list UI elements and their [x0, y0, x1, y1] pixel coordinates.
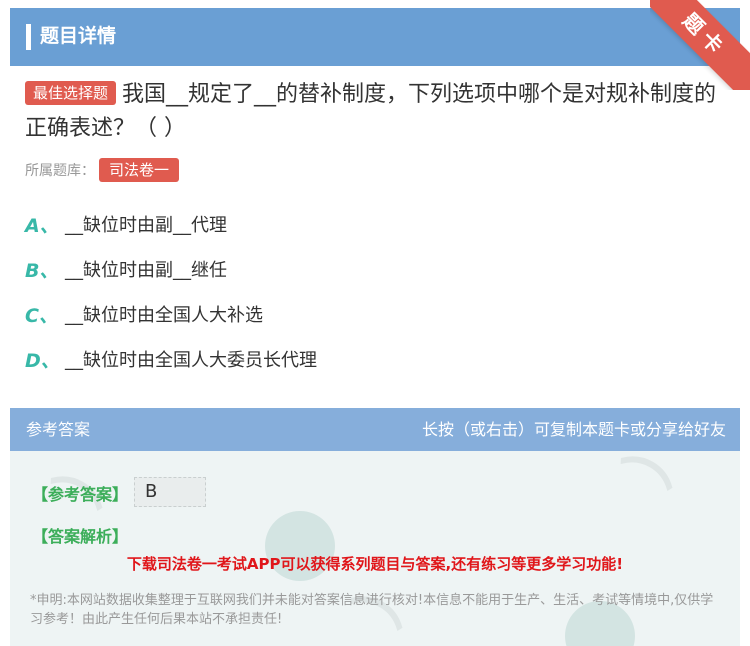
- watermark-glyph: ⌒: [593, 451, 681, 535]
- option-letter: B、: [25, 260, 59, 282]
- source-label: 所属题库：: [25, 163, 95, 179]
- answer-label: 【参考答案】: [32, 485, 129, 504]
- option-letter: C、: [25, 305, 58, 327]
- option-letter: A、: [25, 215, 59, 237]
- question-stem: 最佳选择题 我国__规定了__的替补制度，下列选项中哪个是对规补制度的正确表述？（…: [25, 78, 725, 146]
- answer-panel: ⌒ ⌒ ⌒ 【参考答案】 B 【答案解析】 下载司法卷一考试APP可以获得系列题…: [10, 451, 740, 646]
- header-accent-bar: [26, 24, 31, 50]
- option-text: __缺位时由副__代理: [65, 215, 227, 236]
- option-b[interactable]: B、 __缺位时由副__继任: [25, 257, 317, 302]
- page-title: 题目详情: [40, 25, 117, 47]
- option-list: A、 __缺位时由副__代理 B、 __缺位时由副__继任 C、 __缺位时由全…: [25, 212, 317, 392]
- option-c[interactable]: C、 __缺位时由全国人大补选: [25, 302, 317, 347]
- answer-value: B: [134, 477, 206, 507]
- answer-header: 参考答案 长按（或右击）可复制本题卡或分享给好友: [10, 408, 740, 451]
- option-letter: D、: [25, 350, 60, 372]
- question-card-ribbon[interactable]: 题卡: [650, 0, 750, 90]
- option-a[interactable]: A、 __缺位时由副__代理: [25, 212, 317, 257]
- question-text: 我国__规定了__的替补制度，下列选项中哪个是对规补制度的正确表述？（ ）: [25, 82, 717, 141]
- copy-share-hint[interactable]: 长按（或右击）可复制本题卡或分享给好友: [422, 408, 726, 451]
- question-type-badge: 最佳选择题: [25, 81, 117, 105]
- option-d[interactable]: D、 __缺位时由全国人大委员长代理: [25, 347, 317, 392]
- option-text: __缺位时由副__继任: [65, 260, 227, 281]
- option-text: __缺位时由全国人大委员长代理: [65, 350, 317, 371]
- source-badge[interactable]: 司法卷一: [99, 158, 180, 182]
- option-text: __缺位时由全国人大补选: [65, 305, 263, 326]
- ribbon-label: 题卡: [650, 0, 750, 90]
- analysis-label: 【答案解析】: [32, 527, 129, 546]
- page-header: 题目详情: [10, 8, 740, 66]
- answer-header-title: 参考答案: [26, 420, 91, 439]
- app-download-promo[interactable]: 下载司法卷一考试APP可以获得系列题目与答案,还有练习等更多学习功能!: [10, 553, 740, 574]
- disclaimer-text: *申明:本网站数据收集整理于互联网我们并未能对答案信息进行核对!本信息不能用于生…: [30, 593, 714, 627]
- question-source: 所属题库： 司法卷一: [25, 158, 180, 183]
